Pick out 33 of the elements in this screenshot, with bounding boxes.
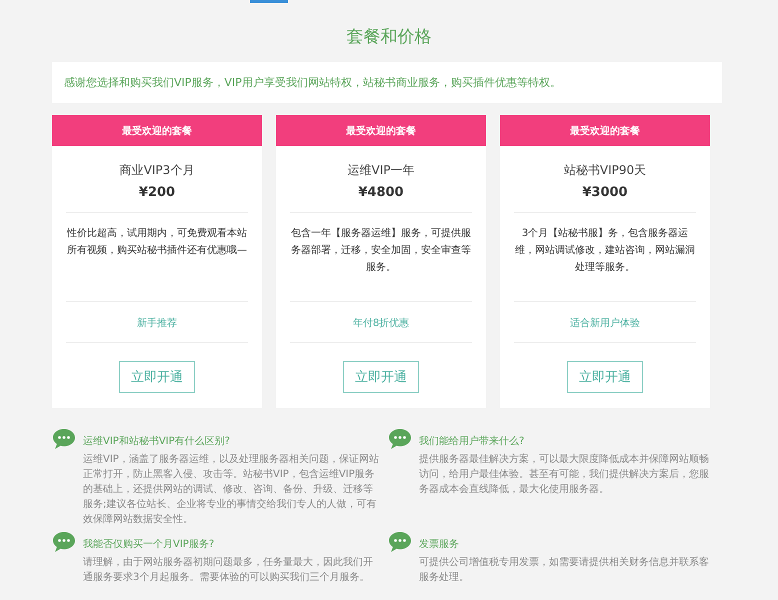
faq-answer: 可提供公司增值税专用发票，如需要请提供相关财务信息并联系客服务处理。 xyxy=(419,556,710,585)
plan-badge: 最受欢迎的套餐 xyxy=(52,115,262,146)
plan-badge: 最受欢迎的套餐 xyxy=(276,115,486,146)
plan-description: 性价比超高，试用期内，可免费观看本站所有视频，购买站秘书插件还有优惠哦— xyxy=(66,226,248,258)
faq-question: 我能否仅购买一个月VIP服务? xyxy=(83,538,216,551)
plan-price: ¥3000 xyxy=(582,185,628,200)
plan-name: 商业VIP3个月 xyxy=(120,162,194,179)
plan-badge: 最受欢迎的套餐 xyxy=(500,115,710,146)
chat-bubble-icon xyxy=(388,428,412,450)
plan-name: 运维VIP一年 xyxy=(348,162,414,179)
chat-bubble-icon xyxy=(52,428,76,450)
faq-answer: 提供服务器最佳解决方案，可以最大限度降低成本并保障网站顺畅访问，给用户最佳体验。甚至有可能，我们提供解决方案后，您服务器成本会直线降低，最大化使用服务器。 xyxy=(419,452,710,497)
notice-text: 感谢您选择和购买我们VIP服务，VIP用户享受我们网站特权，站秘书商业服务，购买插件优惠等特权。 xyxy=(52,62,722,103)
plan-description: 包含一年【服务器运维】服务，可提供服务器部署，迁移，安全加固，安全审查等服务。 xyxy=(290,226,472,275)
plan-description: 3个月【站秘书服】务，包含服务器运维，网站调试修改，建站咨询，网站漏洞处理等服务。 xyxy=(514,226,696,275)
plan-name: 站秘书VIP90天 xyxy=(564,162,646,179)
chat-bubble-icon xyxy=(388,531,412,553)
faq-question: 发票服务 xyxy=(419,538,460,551)
page-title: 套餐和价格 xyxy=(346,26,432,48)
faq-answer: 请理解，由于网站服务器初期问题最多，任务量最大，因此我们开通服务要求3个月起服务。需要体验的可以购买我们三个月服务。 xyxy=(83,556,374,585)
faq-question: 我们能给用户带来什么? xyxy=(419,434,526,448)
faq-question: 运维VIP和站秘书VIP有什么区别? xyxy=(83,434,231,448)
plan-tag: 新手推荐 xyxy=(137,316,177,330)
subscribe-button[interactable]: 立即开通 xyxy=(119,361,195,393)
tab-indicator xyxy=(250,0,288,3)
subscribe-button[interactable]: 立即开通 xyxy=(567,361,643,393)
faq-answer: 运维VIP，涵盖了服务器运维，以及处理服务器相关问题，保证网站正常打开，防止黑客入侵、攻击等。站秘书VIP，包含运维VIP服务的基础上，还提供网站的调试、修改、咨询、备份、升级、迁移等服务;建议各位站长、企业将专业的事情交给我们专人的人做，可有效保障网站数据安全性。 xyxy=(83,452,380,527)
chat-bubble-icon xyxy=(52,531,76,553)
plan-price: ¥200 xyxy=(138,185,176,200)
subscribe-button[interactable]: 立即开通 xyxy=(343,361,419,393)
plan-price: ¥4800 xyxy=(358,185,404,200)
plan-tag: 年付8折优惠 xyxy=(352,316,410,330)
plan-tag: 适合新用户体验 xyxy=(570,316,640,330)
